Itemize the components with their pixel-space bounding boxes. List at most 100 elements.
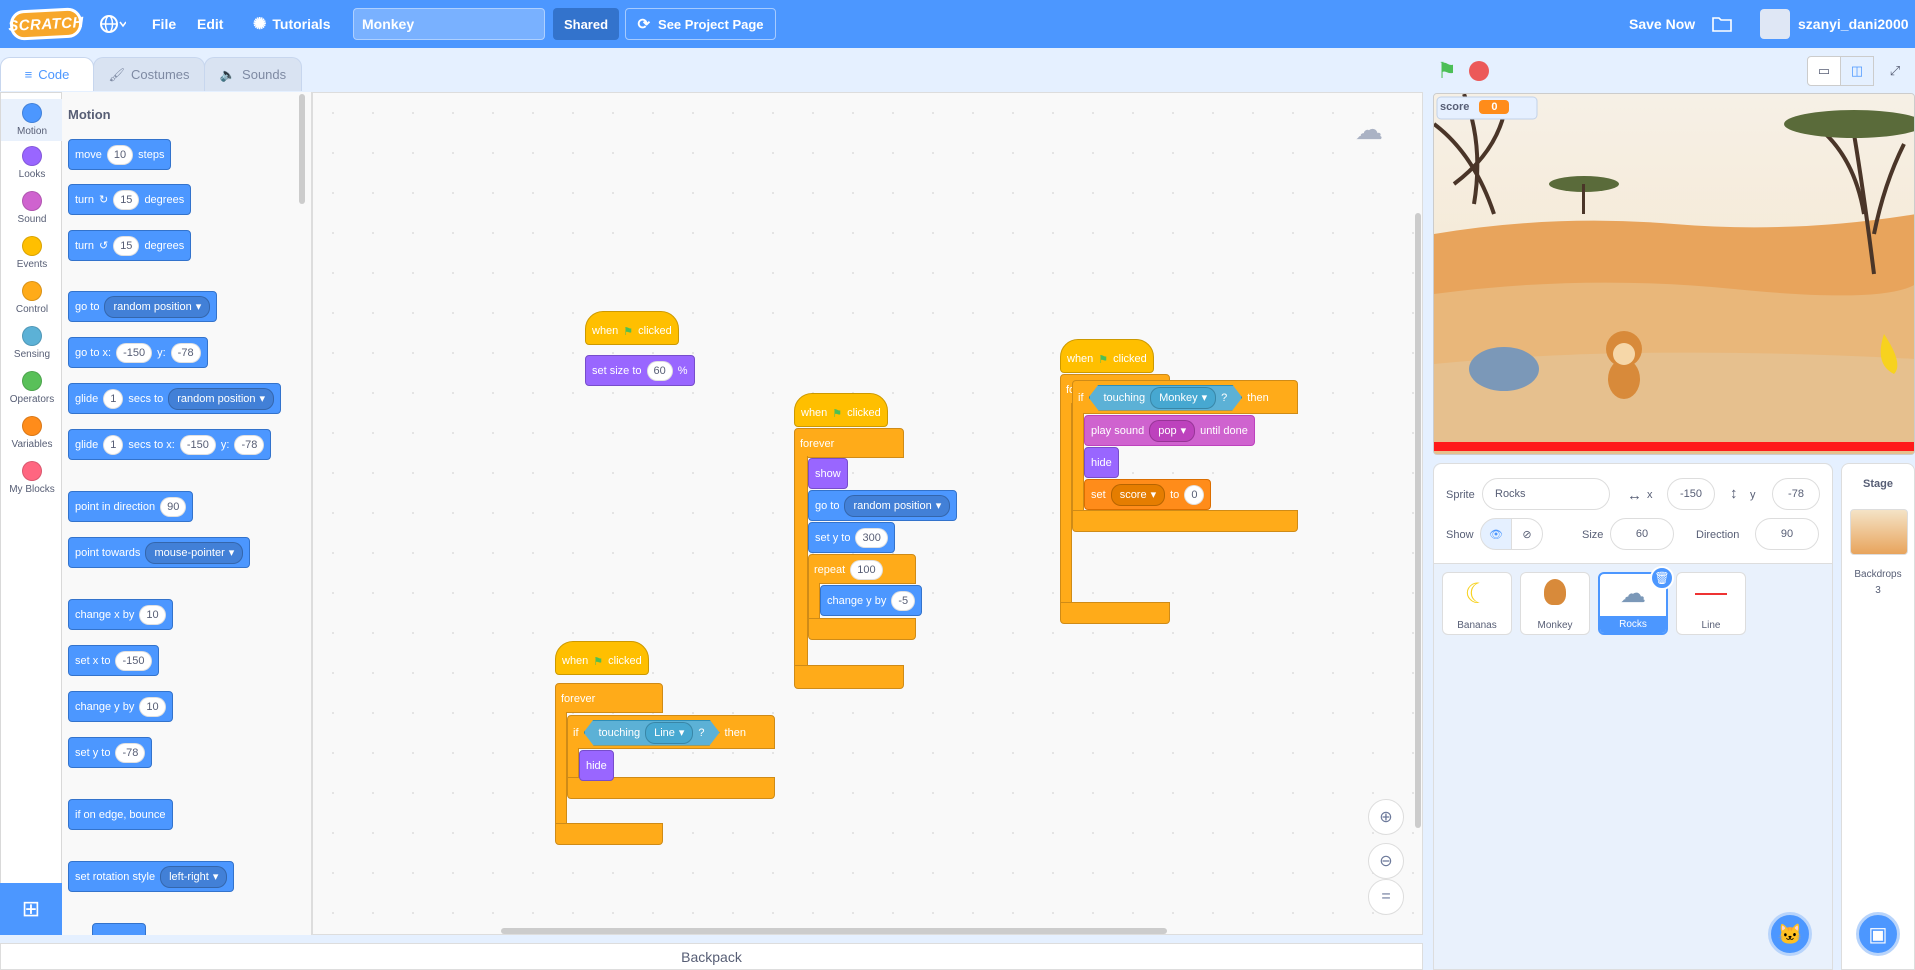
file-menu[interactable]: File xyxy=(152,0,176,48)
block-go-to-xy[interactable]: go to x: -150 y: -78 xyxy=(68,337,208,368)
category-looks[interactable]: Looks xyxy=(1,146,63,180)
direction-input[interactable]: 90 xyxy=(1755,518,1819,550)
category-my-blocks[interactable]: My Blocks xyxy=(1,461,63,495)
save-now-button[interactable]: Save Now xyxy=(1629,0,1695,48)
y-label: y xyxy=(1750,489,1756,501)
go-to-block[interactable]: go to random position ▾ xyxy=(808,490,958,521)
play-sound-block[interactable]: play sound pop ▾ until done xyxy=(1084,415,1255,446)
looks-dot-icon xyxy=(22,146,42,166)
when-flag-clicked-block[interactable]: when ⚑ clicked xyxy=(1060,339,1154,373)
block-point-in-direction[interactable]: point in direction 90 xyxy=(68,491,194,522)
block-go-to[interactable]: go to random position ▾ xyxy=(68,291,218,322)
script-workspace[interactable]: ☁ when ⚑ clicked set size to 60% when ⚑ click… xyxy=(312,92,1423,935)
sprite-tile-line[interactable]: Line xyxy=(1676,572,1746,635)
forever-arm xyxy=(1060,403,1072,603)
forever-footer xyxy=(555,823,663,845)
category-events[interactable]: Events xyxy=(1,236,63,270)
when-flag-clicked-block[interactable]: when ⚑ clicked xyxy=(794,393,888,427)
large-stage-icon[interactable]: ◫ xyxy=(1840,56,1874,86)
direction-label: Direction xyxy=(1696,529,1740,541)
small-stage-icon[interactable]: ▭ xyxy=(1807,56,1841,86)
when-flag-clicked-block[interactable]: when ⚑ clicked xyxy=(555,641,649,675)
add-extension-button[interactable]: ⊞ xyxy=(0,883,62,935)
block-set-y[interactable]: set y to -78 xyxy=(68,737,153,768)
workspace-vscrollbar[interactable] xyxy=(1415,213,1421,828)
if-label: if touching Line ▾? then xyxy=(567,717,752,748)
my-stuff-folder-icon[interactable] xyxy=(1712,0,1732,48)
category-operators[interactable]: Operators xyxy=(1,371,63,405)
tab-code[interactable]: ≡ Code xyxy=(0,57,94,91)
block-partial[interactable] xyxy=(92,923,146,935)
control-dot-icon xyxy=(22,281,42,301)
change-y-block[interactable]: change y by -5 xyxy=(820,585,923,616)
edit-menu[interactable]: Edit xyxy=(197,0,223,48)
scratch-logo[interactable]: SCRATCH xyxy=(8,7,84,41)
zoom-reset-icon[interactable]: = xyxy=(1368,879,1404,915)
forever-label: forever xyxy=(800,437,835,450)
username[interactable]: szanyi_dani2000 xyxy=(1798,0,1909,48)
delete-sprite-icon[interactable]: 🗑 xyxy=(1650,566,1674,590)
stage-selector[interactable]: Stage Backdrops 3 ▣ xyxy=(1841,463,1915,970)
category-variables[interactable]: Variables xyxy=(1,416,63,450)
sprite-tile-monkey[interactable]: Monkey xyxy=(1520,572,1590,635)
block-set-x[interactable]: set x to -150 xyxy=(68,645,159,676)
stage-canvas[interactable]: score 0 xyxy=(1433,93,1915,455)
block-move-steps[interactable]: move 10 steps xyxy=(68,139,172,170)
backpack[interactable]: Backpack xyxy=(0,943,1423,970)
palette-scrollbar[interactable] xyxy=(299,94,305,204)
green-flag-icon[interactable]: ⚑ xyxy=(1437,58,1457,84)
block-change-x[interactable]: change x by 10 xyxy=(68,599,173,630)
size-label: Size xyxy=(1582,529,1604,541)
avatar[interactable] xyxy=(1760,9,1790,39)
image-icon: ▣ xyxy=(1868,923,1888,946)
block-change-y[interactable]: change y by 10 xyxy=(68,691,173,722)
set-variable-block[interactable]: set score ▾ to 0 xyxy=(1084,479,1212,510)
zoom-in-icon[interactable]: ⊕ xyxy=(1368,799,1404,835)
stop-icon[interactable] xyxy=(1469,61,1489,81)
x-input[interactable]: -150 xyxy=(1667,478,1715,510)
hide-block[interactable]: hide xyxy=(1084,447,1119,478)
tab-costumes[interactable]: 🖌 Costumes xyxy=(93,57,205,91)
category-sound[interactable]: Sound xyxy=(1,191,63,225)
tab-sounds[interactable]: 🔈 Sounds xyxy=(204,57,302,91)
size-input[interactable]: 60 xyxy=(1610,518,1674,550)
zoom-out-icon[interactable]: ⊖ xyxy=(1368,843,1404,879)
choose-sprite-button[interactable]: 🐱 xyxy=(1768,912,1812,956)
block-glide-to[interactable]: glide 1 secs to random position ▾ xyxy=(68,383,282,414)
show-hidden-icon[interactable]: ⊘ xyxy=(1511,518,1543,550)
choose-backdrop-button[interactable]: ▣ xyxy=(1856,912,1900,956)
block-rotation-style[interactable]: set rotation style left-right ▾ xyxy=(68,861,235,892)
green-flag-icon: ⚑ xyxy=(1098,353,1109,366)
when-flag-clicked-block[interactable]: when ⚑ clicked xyxy=(585,311,679,345)
hide-block[interactable]: hide xyxy=(579,750,614,781)
shared-button[interactable]: Shared xyxy=(553,8,619,40)
see-project-page-button[interactable]: ⟳ See Project Page xyxy=(625,8,776,40)
sprite-pane: Sprite Rocks ↔ x -150 ↕ y -78 Show 👁 ⊘ S… xyxy=(1433,463,1833,970)
sprite-tile-rocks[interactable]: ☁ Rocks 🗑 xyxy=(1598,566,1674,635)
y-input[interactable]: -78 xyxy=(1772,478,1820,510)
category-motion[interactable]: Motion xyxy=(1,99,63,141)
block-glide-to-xy[interactable]: glide 1 secs to x: -150 y: -78 xyxy=(68,429,272,460)
set-y-block[interactable]: set y to 300 xyxy=(808,522,895,553)
language-icon[interactable] xyxy=(100,0,126,48)
line-icon xyxy=(1695,593,1727,595)
category-menu: Motion Looks Sound Events Control Sensin… xyxy=(0,92,63,935)
forever-footer xyxy=(794,665,904,689)
category-sensing[interactable]: Sensing xyxy=(1,326,63,360)
set-size-block[interactable]: set size to 60% xyxy=(585,355,695,386)
if-arm xyxy=(567,748,579,778)
tutorials-menu[interactable]: ✺ Tutorials xyxy=(253,0,330,48)
sprite-name-input[interactable]: Rocks xyxy=(1482,478,1610,510)
show-block[interactable]: show xyxy=(808,458,848,489)
block-bounce[interactable]: if on edge, bounce xyxy=(68,799,173,830)
workspace-hscrollbar[interactable] xyxy=(501,928,1167,934)
sprite-tile-bananas[interactable]: ☾ Bananas xyxy=(1442,572,1512,635)
block-turn-right[interactable]: turn ↻ 15 degrees xyxy=(68,184,192,215)
block-turn-left[interactable]: turn ↺ 15 degrees xyxy=(68,230,192,261)
sprite-name-label: Sprite xyxy=(1446,489,1475,501)
category-control[interactable]: Control xyxy=(1,281,63,315)
project-title-input[interactable]: Monkey xyxy=(353,8,545,40)
block-point-towards[interactable]: point towards mouse-pointer ▾ xyxy=(68,537,251,568)
show-visible-icon[interactable]: 👁 xyxy=(1480,518,1512,550)
fullscreen-icon[interactable]: ⤢ xyxy=(1880,56,1910,86)
